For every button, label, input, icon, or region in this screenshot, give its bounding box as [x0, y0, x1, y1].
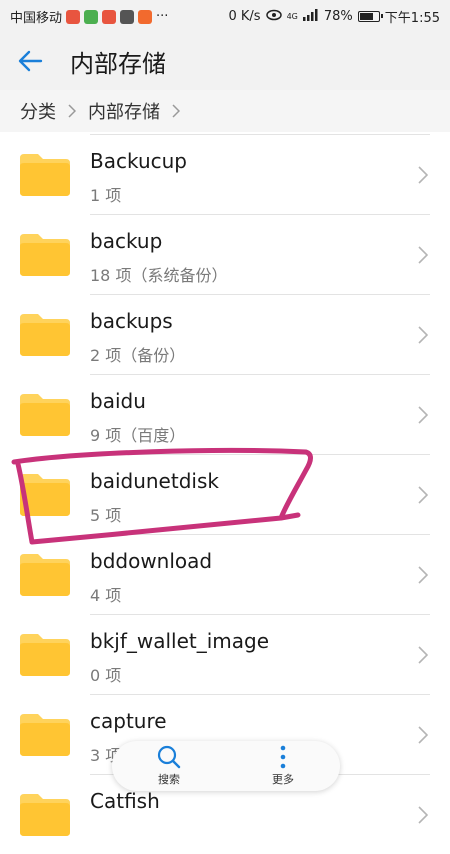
chevron-right-icon: [418, 246, 429, 268]
folder-row[interactable]: bkjf_wallet_image 0 项: [0, 614, 450, 694]
more-button[interactable]: 更多: [248, 745, 318, 787]
folder-row[interactable]: backups 2 项（备份）: [0, 294, 450, 374]
status-bar: 中国移动 ··· 0 K/s 4G 78% 下午1:55: [0, 0, 450, 32]
breadcrumb-internal-storage[interactable]: 内部存储: [88, 98, 160, 124]
clock: 下午1:55: [384, 11, 440, 26]
folder-row[interactable]: Backucup 1 项: [0, 134, 450, 214]
folder-name: backups: [90, 309, 173, 333]
chevron-right-icon: [68, 104, 76, 118]
row-divider: [90, 454, 430, 455]
app-bar: 内部存储: [0, 32, 450, 90]
battery-icon: [357, 11, 383, 22]
more-notifications-label: ···: [156, 9, 169, 24]
folder-row[interactable]: bddownload 4 项: [0, 534, 450, 614]
folder-item-count: 1 项: [90, 186, 122, 205]
folder-name: baidunetdisk: [90, 469, 219, 493]
row-divider: [90, 614, 430, 615]
chevron-right-icon: [418, 166, 429, 188]
chevron-right-icon: [418, 486, 429, 508]
folder-item-count: 0 项: [90, 666, 122, 685]
row-divider: [90, 534, 430, 535]
carrier-label: 中国移动: [10, 11, 63, 26]
more-label: 更多: [272, 773, 294, 786]
row-divider: [90, 294, 430, 295]
breadcrumb-category[interactable]: 分类: [20, 98, 56, 124]
folder-item-count: 4 项: [90, 586, 122, 605]
folder-icon: [20, 554, 70, 596]
folder-icon: [20, 634, 70, 676]
folder-icon: [20, 794, 70, 836]
folder-name: bkjf_wallet_image: [90, 629, 270, 653]
chevron-right-icon: [418, 326, 429, 348]
folder-icon: [20, 234, 70, 276]
notification-app-icon: [66, 9, 81, 24]
folder-name: capture: [90, 709, 167, 733]
folder-name: Backucup: [90, 149, 187, 173]
folder-name: backup: [90, 229, 163, 253]
folder-icon: [20, 154, 70, 196]
bottom-toolbar: 搜索 更多: [112, 741, 340, 791]
page-title: 内部存储: [70, 49, 166, 78]
row-divider: [90, 374, 430, 375]
search-button[interactable]: 搜索: [134, 745, 204, 787]
chevron-right-icon: [418, 566, 429, 588]
network-speed: 0 K/s: [228, 9, 261, 24]
folder-item-count: 9 项（百度）: [90, 426, 186, 445]
folder-icon: [20, 474, 70, 516]
row-divider: [90, 134, 430, 135]
chevron-right-icon: [418, 806, 429, 828]
folder-icon: [20, 714, 70, 756]
battery-percent: 78%: [323, 9, 353, 24]
network-type: 4G: [286, 12, 298, 21]
folder-item-count: 2 项（备份）: [90, 346, 186, 365]
more-vertical-icon: [280, 745, 286, 769]
search-icon: [157, 745, 181, 769]
folder-name: baidu: [90, 389, 146, 413]
battery-fill: [359, 13, 374, 20]
chevron-right-icon: [418, 726, 429, 748]
browser-icon: [138, 9, 153, 24]
folder-item-count: 5 项: [90, 506, 122, 525]
folder-icon: [20, 394, 70, 436]
chevron-right-icon: [418, 406, 429, 428]
signal-icon: [302, 8, 319, 25]
message-icon: [84, 9, 99, 24]
eye-icon: [265, 9, 282, 25]
back-button[interactable]: [0, 32, 60, 90]
shield-icon: [120, 9, 135, 24]
folder-row[interactable]: backup 18 项（系统备份）: [0, 214, 450, 294]
chevron-right-icon: [418, 646, 429, 668]
folder-row[interactable]: baidunetdisk 5 项: [0, 454, 450, 534]
folder-icon: [20, 314, 70, 356]
chevron-right-icon: [172, 104, 180, 118]
folder-row[interactable]: baidu 9 项（百度）: [0, 374, 450, 454]
row-divider: [90, 694, 430, 695]
row-divider: [90, 214, 430, 215]
folder-name: bddownload: [90, 549, 213, 573]
folder-name: Catfish: [90, 789, 160, 813]
search-label: 搜索: [158, 773, 180, 786]
breadcrumb: 分类 内部存储: [0, 90, 450, 132]
folder-item-count: 18 项（系统备份）: [90, 266, 228, 285]
tool-app-icon: [102, 9, 117, 24]
arrow-left-icon: [18, 50, 43, 72]
